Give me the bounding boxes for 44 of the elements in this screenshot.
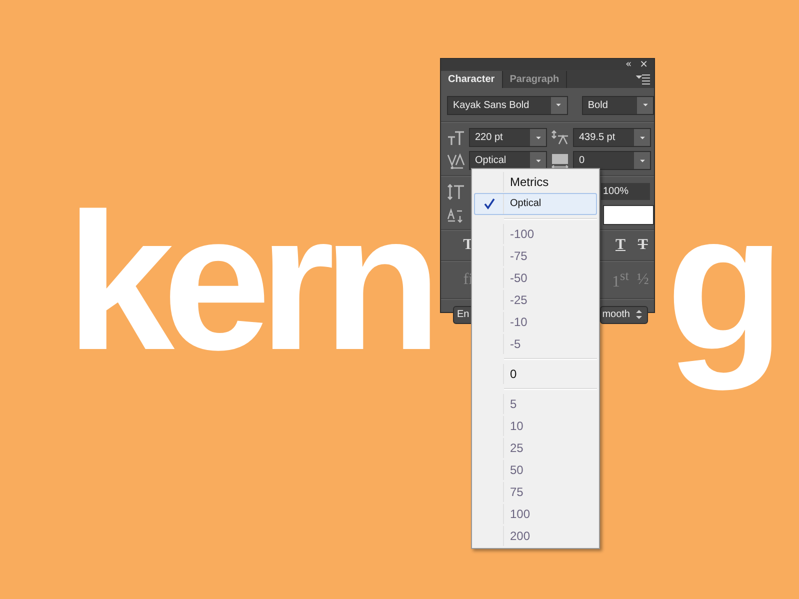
menu-item[interactable]: 10 [474, 415, 597, 437]
menu-item[interactable]: Optical [474, 193, 597, 215]
tracking-icon [551, 152, 569, 168]
tracking-dropdown[interactable]: 0 [573, 151, 651, 170]
color-swatch[interactable] [603, 204, 654, 224]
horizontal-scale-field[interactable]: 100% [601, 183, 650, 200]
font-style-dropdown[interactable]: Bold [582, 96, 654, 114]
strikethrough-button[interactable]: T [632, 237, 654, 254]
close-button[interactable]: × [638, 59, 650, 70]
caret-icon [534, 158, 542, 162]
stepper-icon [635, 308, 643, 321]
menu-item[interactable]: 25 [474, 437, 597, 459]
artwork-text: g [666, 172, 785, 392]
collapse-button[interactable]: « [623, 59, 634, 70]
menu-item[interactable]: -50 [474, 267, 597, 289]
menu-item[interactable]: 5 [474, 393, 597, 415]
underline-button[interactable]: T [609, 237, 632, 254]
menu-item[interactable]: 75 [474, 481, 597, 503]
artwork-text: kern [66, 172, 430, 392]
menu-item[interactable]: -75 [474, 245, 597, 267]
menu-item[interactable]: -5 [474, 333, 597, 355]
menu-item[interactable]: 0 [474, 363, 597, 385]
caret-icon [642, 103, 648, 107]
menu-item[interactable]: Metrics [474, 171, 597, 193]
caret-icon [638, 158, 646, 162]
leading-icon [551, 130, 569, 146]
caret-icon [534, 136, 542, 140]
leading-dropdown[interactable]: 439.5 pt [573, 128, 651, 147]
font-size-icon [447, 130, 465, 146]
kerning-dropdown[interactable]: Optical [469, 151, 547, 170]
font-size-dropdown[interactable]: 220 pt [469, 128, 547, 147]
menu-item[interactable]: 50 [474, 459, 597, 481]
menu-item[interactable]: 200 [474, 525, 597, 547]
font-family-dropdown[interactable]: Kayak Sans Bold [447, 96, 568, 114]
menu-item[interactable]: -100 [474, 223, 597, 245]
panel-tab[interactable]: Character [441, 71, 503, 88]
panel-menu-icon [636, 72, 651, 86]
baseline-shift-icon [447, 206, 465, 222]
kerning-icon [447, 152, 465, 168]
vertical-scale-icon [447, 184, 465, 200]
caret-icon [555, 103, 562, 107]
antialias-dropdown[interactable]: mooth [600, 306, 648, 324]
caret-icon [638, 136, 646, 140]
menu-item[interactable]: 100 [474, 503, 597, 525]
